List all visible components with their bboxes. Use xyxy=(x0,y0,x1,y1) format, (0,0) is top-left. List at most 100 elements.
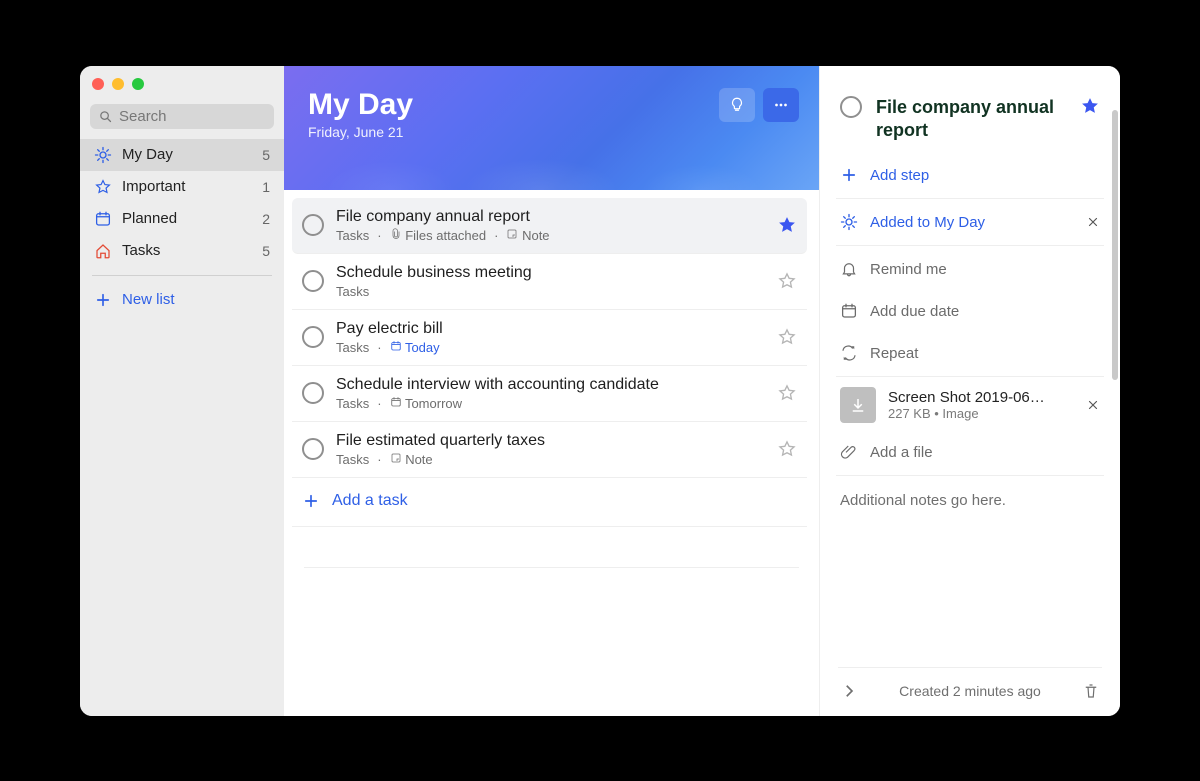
plus-icon xyxy=(302,492,320,510)
remind-label: Remind me xyxy=(870,261,947,278)
main-pane: My Day Friday, June 21 File company annu… xyxy=(284,66,820,716)
attached-file-row[interactable]: Screen Shot 2019-06-21… 227 KB • Image xyxy=(838,379,1102,431)
task-title: Schedule interview with accounting candi… xyxy=(336,376,765,394)
task-meta: Tasks Tomorrow xyxy=(336,396,765,411)
file-name: Screen Shot 2019-06-21… xyxy=(888,389,1048,406)
more-icon xyxy=(772,96,790,114)
complete-checkbox[interactable] xyxy=(302,270,324,292)
star-toggle[interactable] xyxy=(777,383,797,403)
repeat-label: Repeat xyxy=(870,345,918,362)
nav-count: 5 xyxy=(262,243,270,259)
bulb-icon xyxy=(728,96,746,114)
sidebar: Search My Day 5 Important 1 Planned 2 Ta… xyxy=(80,66,284,716)
task-list: File company annual report Tasks Files at… xyxy=(284,190,819,527)
list-date: Friday, June 21 xyxy=(308,124,795,140)
detail-title[interactable]: File company annual report xyxy=(876,96,1066,143)
bell-icon xyxy=(840,260,858,278)
complete-checkbox[interactable] xyxy=(840,96,862,118)
task-meta: Tasks Files attached Note xyxy=(336,228,765,243)
plus-icon xyxy=(840,166,858,184)
download-icon xyxy=(840,387,876,423)
added-my-day-label: Added to My Day xyxy=(870,214,985,231)
star-toggle[interactable] xyxy=(777,215,797,235)
new-list-button[interactable]: New list xyxy=(80,284,284,316)
complete-checkbox[interactable] xyxy=(302,326,324,348)
paperclip-icon xyxy=(840,443,858,461)
nav-label: Tasks xyxy=(122,242,160,259)
nav-item-my-day[interactable]: My Day 5 xyxy=(80,139,284,171)
minimize-window-button[interactable] xyxy=(112,78,124,90)
add-step-label: Add step xyxy=(870,167,929,184)
task-title: File estimated quarterly taxes xyxy=(336,432,765,450)
nav-item-important[interactable]: Important 1 xyxy=(80,171,284,203)
task-row[interactable]: Schedule interview with accounting candi… xyxy=(292,366,807,422)
complete-checkbox[interactable] xyxy=(302,438,324,460)
app-window: Search My Day 5 Important 1 Planned 2 Ta… xyxy=(80,66,1120,716)
task-meta: Tasks Note xyxy=(336,452,765,467)
created-label: Created 2 minutes ago xyxy=(899,683,1041,699)
nav-count: 5 xyxy=(262,147,270,163)
suggestions-button[interactable] xyxy=(719,88,755,122)
task-title: Schedule business meeting xyxy=(336,264,765,282)
new-list-label: New list xyxy=(122,291,175,308)
repeat-row[interactable]: Repeat xyxy=(838,332,1102,374)
sun-icon xyxy=(94,146,112,164)
complete-checkbox[interactable] xyxy=(302,382,324,404)
remove-from-my-day-button[interactable] xyxy=(1086,215,1100,229)
hide-detail-button[interactable] xyxy=(840,682,858,700)
search-placeholder: Search xyxy=(119,108,167,125)
star-toggle[interactable] xyxy=(1080,96,1100,116)
task-title: File company annual report xyxy=(336,208,765,226)
task-meta: Tasks Today xyxy=(336,340,765,355)
search-input[interactable]: Search xyxy=(90,104,274,129)
task-meta: Tasks xyxy=(336,284,765,299)
plus-icon xyxy=(94,291,112,309)
repeat-icon xyxy=(840,344,858,362)
add-task-input[interactable]: Add a task xyxy=(292,478,807,527)
task-row[interactable]: Pay electric bill Tasks Today xyxy=(292,310,807,366)
complete-checkbox[interactable] xyxy=(302,214,324,236)
list-options-button[interactable] xyxy=(763,88,799,122)
add-task-label: Add a task xyxy=(332,492,408,510)
star-outline-icon xyxy=(94,178,112,196)
nav-list: My Day 5 Important 1 Planned 2 Tasks 5 xyxy=(80,139,284,267)
remove-file-button[interactable] xyxy=(1086,398,1100,412)
star-toggle[interactable] xyxy=(777,327,797,347)
list-header: My Day Friday, June 21 xyxy=(284,66,819,190)
nav-label: Planned xyxy=(122,210,177,227)
window-controls xyxy=(80,74,284,104)
delete-task-button[interactable] xyxy=(1082,682,1100,700)
scrollbar[interactable] xyxy=(1112,110,1118,380)
task-row[interactable]: File estimated quarterly taxes Tasks Note xyxy=(292,422,807,478)
divider xyxy=(304,567,799,568)
task-title: Pay electric bill xyxy=(336,320,765,338)
remind-me-row[interactable]: Remind me xyxy=(838,248,1102,290)
detail-pane: File company annual report Add step Adde… xyxy=(820,66,1120,716)
task-row[interactable]: Schedule business meeting Tasks xyxy=(292,254,807,310)
divider xyxy=(92,275,272,276)
add-due-date-row[interactable]: Add due date xyxy=(838,290,1102,332)
nav-item-planned[interactable]: Planned 2 xyxy=(80,203,284,235)
star-toggle[interactable] xyxy=(777,271,797,291)
sun-icon xyxy=(840,213,858,231)
home-icon xyxy=(94,242,112,260)
nav-label: My Day xyxy=(122,146,173,163)
add-file-row[interactable]: Add a file xyxy=(838,431,1102,473)
close-window-button[interactable] xyxy=(92,78,104,90)
due-label: Add due date xyxy=(870,303,959,320)
add-file-label: Add a file xyxy=(870,444,933,461)
zoom-window-button[interactable] xyxy=(132,78,144,90)
task-notes[interactable]: Additional notes go here. xyxy=(838,478,1102,523)
nav-label: Important xyxy=(122,178,185,195)
calendar-icon xyxy=(94,210,112,228)
file-subtext: 227 KB • Image xyxy=(888,406,1048,421)
add-step-button[interactable]: Add step xyxy=(838,154,1102,196)
calendar-icon xyxy=(840,302,858,320)
nav-count: 1 xyxy=(262,179,270,195)
star-toggle[interactable] xyxy=(777,439,797,459)
added-to-my-day-row[interactable]: Added to My Day xyxy=(838,201,1102,243)
task-row[interactable]: File company annual report Tasks Files at… xyxy=(292,198,807,254)
nav-count: 2 xyxy=(262,211,270,227)
nav-item-tasks[interactable]: Tasks 5 xyxy=(80,235,284,267)
search-icon xyxy=(98,109,113,124)
